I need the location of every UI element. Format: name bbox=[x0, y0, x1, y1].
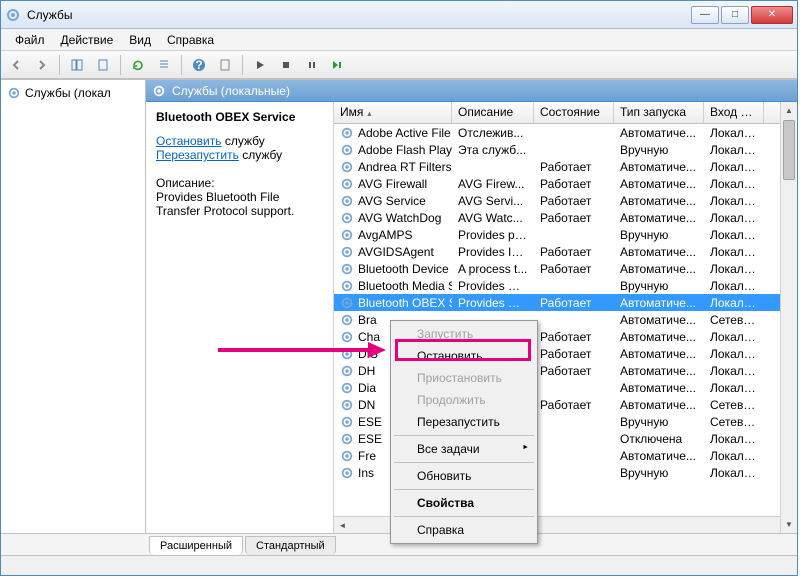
service-icon bbox=[340, 160, 354, 174]
service-icon bbox=[340, 432, 354, 446]
main-header-label: Службы (локальные) bbox=[172, 84, 290, 98]
table-row[interactable]: Adobe Flash Playe...Эта служб...ВручнуюЛ… bbox=[334, 141, 797, 158]
stop-service-button[interactable] bbox=[275, 54, 297, 76]
start-service-button[interactable] bbox=[249, 54, 271, 76]
forward-button[interactable] bbox=[31, 54, 53, 76]
service-icon bbox=[340, 262, 354, 276]
tree-root-label: Службы (локал bbox=[25, 86, 111, 100]
selected-service-title: Bluetooth OBEX Service bbox=[156, 110, 323, 124]
table-row[interactable]: Bluetooth OBEX S...Provides Bl...Работае… bbox=[334, 294, 797, 311]
svg-text:?: ? bbox=[195, 58, 202, 72]
column-logon[interactable]: Вход от и bbox=[704, 102, 764, 123]
context-menu: Запустить Остановить Приостановить Продо… bbox=[390, 320, 538, 544]
tab-standard[interactable]: Стандартный bbox=[245, 536, 336, 555]
description-label: Описание: bbox=[156, 176, 323, 190]
table-row[interactable]: AVG ServiceAVG Servi...РаботаетАвтоматич… bbox=[334, 192, 797, 209]
service-icon bbox=[340, 330, 354, 344]
table-row[interactable]: Bluetooth Device ...A process t...Работа… bbox=[334, 260, 797, 277]
table-row[interactable]: AVG WatchDogAVG Watc...РаботаетАвтоматич… bbox=[334, 209, 797, 226]
ctx-alltasks[interactable]: Все задачи bbox=[393, 438, 535, 460]
close-button[interactable]: ✕ bbox=[751, 6, 793, 24]
status-bar bbox=[1, 555, 797, 575]
menu-help[interactable]: Справка bbox=[159, 31, 222, 49]
table-row[interactable]: Bluetooth Media S...Provides Bl...Вручну… bbox=[334, 277, 797, 294]
title-bar: Службы — □ ✕ bbox=[1, 1, 797, 29]
service-icon bbox=[340, 194, 354, 208]
column-startup[interactable]: Тип запуска bbox=[614, 102, 704, 123]
services-icon bbox=[152, 84, 166, 98]
tab-extended[interactable]: Расширенный bbox=[149, 536, 243, 555]
service-icon bbox=[340, 415, 354, 429]
toolbar: ? bbox=[1, 51, 797, 79]
service-icon bbox=[340, 143, 354, 157]
service-icon bbox=[340, 398, 354, 412]
stop-link[interactable]: Остановить bbox=[156, 134, 222, 148]
pause-service-button[interactable] bbox=[301, 54, 323, 76]
ctx-refresh[interactable]: Обновить bbox=[393, 465, 535, 487]
help-button[interactable]: ? bbox=[188, 54, 210, 76]
menu-bar: Файл Действие Вид Справка bbox=[1, 29, 797, 51]
tree-pane: Службы (локал bbox=[1, 80, 146, 533]
ctx-resume: Продолжить bbox=[393, 389, 535, 411]
export-button[interactable] bbox=[92, 54, 114, 76]
service-icon bbox=[340, 228, 354, 242]
minimize-button[interactable]: — bbox=[691, 6, 719, 24]
services-icon bbox=[7, 86, 21, 100]
service-icon bbox=[340, 347, 354, 361]
ctx-pause: Приостановить bbox=[393, 367, 535, 389]
menu-action[interactable]: Действие bbox=[53, 31, 122, 49]
description-text: Provides Bluetooth File Transfer Protoco… bbox=[156, 190, 323, 218]
show-hide-tree-button[interactable] bbox=[66, 54, 88, 76]
details-pane: Bluetooth OBEX Service Остановить службу… bbox=[146, 102, 334, 533]
service-icon bbox=[340, 466, 354, 480]
table-row[interactable]: Adobe Active File ...Отслежив...Автомати… bbox=[334, 124, 797, 141]
service-icon bbox=[340, 313, 354, 327]
window-title: Службы bbox=[27, 8, 691, 22]
ctx-help[interactable]: Справка bbox=[393, 519, 535, 541]
menu-file[interactable]: Файл bbox=[7, 31, 53, 49]
menu-view[interactable]: Вид bbox=[121, 31, 159, 49]
restart-link[interactable]: Перезапустить bbox=[156, 148, 239, 162]
table-row[interactable]: AvgAMPSProvides pr...ВручнуюЛокальна bbox=[334, 226, 797, 243]
service-icon bbox=[340, 177, 354, 191]
service-icon bbox=[340, 449, 354, 463]
refresh-button[interactable] bbox=[127, 54, 149, 76]
service-icon bbox=[340, 126, 354, 140]
back-button[interactable] bbox=[5, 54, 27, 76]
main-header: Службы (локальные) bbox=[146, 80, 797, 102]
service-icon bbox=[340, 211, 354, 225]
table-row[interactable]: Andrea RT Filters ...РаботаетАвтоматиче.… bbox=[334, 158, 797, 175]
vertical-scrollbar[interactable]: ▲▼ bbox=[780, 102, 797, 533]
column-description[interactable]: Описание bbox=[452, 102, 534, 123]
tree-root-item[interactable]: Службы (локал bbox=[5, 84, 141, 102]
service-icon bbox=[340, 381, 354, 395]
ctx-start: Запустить bbox=[393, 323, 535, 345]
column-state[interactable]: Состояние bbox=[534, 102, 614, 123]
ctx-stop[interactable]: Остановить bbox=[393, 345, 535, 367]
table-row[interactable]: AVGIDSAgentProvides Id...РаботаетАвтомат… bbox=[334, 243, 797, 260]
service-icon bbox=[340, 364, 354, 378]
ctx-restart[interactable]: Перезапустить bbox=[393, 411, 535, 433]
column-name[interactable]: Имя bbox=[334, 102, 452, 123]
restart-service-button[interactable] bbox=[327, 54, 349, 76]
export-list-button[interactable] bbox=[153, 54, 175, 76]
maximize-button[interactable]: □ bbox=[721, 6, 749, 24]
ctx-properties[interactable]: Свойства bbox=[393, 492, 535, 514]
properties-button[interactable] bbox=[214, 54, 236, 76]
service-icon bbox=[340, 279, 354, 293]
services-icon bbox=[5, 7, 21, 23]
service-icon bbox=[340, 245, 354, 259]
service-icon bbox=[340, 296, 354, 310]
table-row[interactable]: AVG FirewallAVG Firew...РаботаетАвтомати… bbox=[334, 175, 797, 192]
